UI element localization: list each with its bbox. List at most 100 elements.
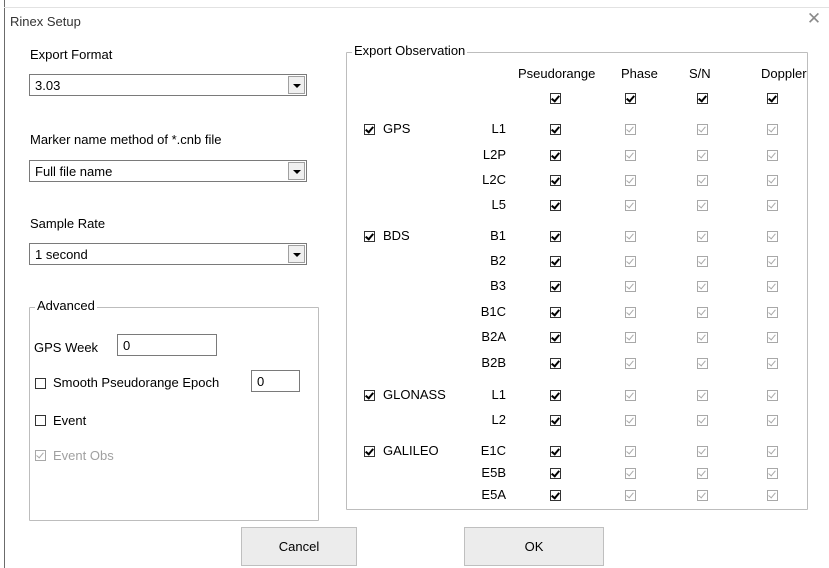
phase-checkbox[interactable] — [625, 468, 636, 479]
system-glonass-checkbox[interactable] — [364, 390, 375, 401]
cancel-button[interactable]: Cancel — [241, 527, 357, 566]
marker-name-select[interactable]: Full file name — [29, 160, 307, 182]
gps-week-input[interactable]: 0 — [117, 334, 217, 356]
doppler-checkbox[interactable] — [767, 358, 778, 369]
pseudorange-checkbox[interactable] — [550, 124, 561, 135]
doppler-checkbox[interactable] — [767, 281, 778, 292]
event-obs-checkbox[interactable] — [35, 450, 46, 461]
pseudorange-checkbox[interactable] — [550, 446, 561, 457]
export-format-select[interactable]: 3.03 — [29, 74, 307, 96]
rinex-setup-dialog: Rinex Setup ✕ Export Format 3.03 Marker … — [0, 0, 829, 568]
export-observation-group — [346, 52, 808, 510]
doppler-checkbox[interactable] — [767, 256, 778, 267]
system-gps-label: GPS — [383, 121, 411, 136]
sn-checkbox[interactable] — [697, 200, 708, 211]
sn-checkbox[interactable] — [697, 446, 708, 457]
doppler-checkbox[interactable] — [767, 231, 778, 242]
system-bds-checkbox[interactable] — [364, 231, 375, 242]
sn-checkbox[interactable] — [697, 150, 708, 161]
pseudorange-checkbox[interactable] — [550, 200, 561, 211]
chevron-down-icon[interactable] — [288, 162, 305, 180]
sample-rate-select[interactable]: 1 second — [29, 243, 307, 265]
phase-checkbox[interactable] — [625, 332, 636, 343]
pseudorange-checkbox[interactable] — [550, 468, 561, 479]
export-observation-legend: Export Observation — [352, 43, 468, 58]
pseudorange-checkbox[interactable] — [550, 332, 561, 343]
sample-rate-label: Sample Rate — [30, 216, 106, 231]
doppler-checkbox[interactable] — [767, 468, 778, 479]
doppler-checkbox[interactable] — [767, 200, 778, 211]
phase-checkbox[interactable] — [625, 281, 636, 292]
system-galileo-checkbox[interactable] — [364, 446, 375, 457]
phase-checkbox[interactable] — [625, 307, 636, 318]
system-galileo-label: GALILEO — [383, 443, 439, 458]
sn-checkbox[interactable] — [697, 231, 708, 242]
marker-name-value: Full file name — [35, 164, 113, 179]
band-label: B3 — [490, 278, 506, 293]
phase-checkbox[interactable] — [625, 150, 636, 161]
system-bds-label: BDS — [383, 228, 410, 243]
pseudorange-checkbox[interactable] — [550, 256, 561, 267]
sn-checkbox[interactable] — [697, 415, 708, 426]
phase-checkbox[interactable] — [625, 256, 636, 267]
doppler-checkbox[interactable] — [767, 332, 778, 343]
pseudorange-checkbox[interactable] — [550, 390, 561, 401]
smooth-pseudorange-checkbox[interactable] — [35, 378, 46, 389]
phase-checkbox[interactable] — [625, 358, 636, 369]
window-left-border — [4, 0, 5, 568]
doppler-checkbox[interactable] — [767, 415, 778, 426]
phase-checkbox[interactable] — [625, 231, 636, 242]
sn-checkbox[interactable] — [697, 468, 708, 479]
select-all-doppler-checkbox[interactable] — [767, 93, 778, 104]
phase-checkbox[interactable] — [625, 446, 636, 457]
pseudorange-checkbox[interactable] — [550, 307, 561, 318]
sn-checkbox[interactable] — [697, 358, 708, 369]
event-obs-label: Event Obs — [53, 448, 114, 463]
select-all-sn-checkbox[interactable] — [697, 93, 708, 104]
pseudorange-checkbox[interactable] — [550, 490, 561, 501]
doppler-checkbox[interactable] — [767, 150, 778, 161]
close-icon[interactable]: ✕ — [805, 10, 823, 28]
phase-checkbox[interactable] — [625, 490, 636, 501]
doppler-checkbox[interactable] — [767, 490, 778, 501]
sn-checkbox[interactable] — [697, 124, 708, 135]
phase-checkbox[interactable] — [625, 415, 636, 426]
band-label: L2C — [482, 172, 506, 187]
export-format-label: Export Format — [30, 47, 113, 62]
doppler-checkbox[interactable] — [767, 124, 778, 135]
sn-checkbox[interactable] — [697, 175, 708, 186]
smooth-epoch-input[interactable]: 0 — [251, 370, 300, 392]
column-header-sn: S/N — [689, 66, 711, 81]
sn-checkbox[interactable] — [697, 256, 708, 267]
doppler-checkbox[interactable] — [767, 446, 778, 457]
event-checkbox[interactable] — [35, 415, 46, 426]
phase-checkbox[interactable] — [625, 390, 636, 401]
sn-checkbox[interactable] — [697, 490, 708, 501]
select-all-phase-checkbox[interactable] — [625, 93, 636, 104]
pseudorange-checkbox[interactable] — [550, 150, 561, 161]
sn-checkbox[interactable] — [697, 281, 708, 292]
window-top-border — [4, 7, 829, 8]
system-gps-checkbox[interactable] — [364, 124, 375, 135]
doppler-checkbox[interactable] — [767, 307, 778, 318]
pseudorange-checkbox[interactable] — [550, 415, 561, 426]
pseudorange-checkbox[interactable] — [550, 358, 561, 369]
band-label: B1 — [490, 228, 506, 243]
doppler-checkbox[interactable] — [767, 175, 778, 186]
doppler-checkbox[interactable] — [767, 390, 778, 401]
select-all-pseudorange-checkbox[interactable] — [550, 93, 561, 104]
system-glonass-label: GLONASS — [383, 387, 446, 402]
pseudorange-checkbox[interactable] — [550, 175, 561, 186]
pseudorange-checkbox[interactable] — [550, 281, 561, 292]
sn-checkbox[interactable] — [697, 332, 708, 343]
export-format-value: 3.03 — [35, 78, 61, 93]
phase-checkbox[interactable] — [625, 124, 636, 135]
chevron-down-icon[interactable] — [288, 245, 305, 263]
phase-checkbox[interactable] — [625, 175, 636, 186]
sn-checkbox[interactable] — [697, 390, 708, 401]
pseudorange-checkbox[interactable] — [550, 231, 561, 242]
ok-button[interactable]: OK — [464, 527, 604, 566]
chevron-down-icon[interactable] — [288, 76, 305, 94]
sn-checkbox[interactable] — [697, 307, 708, 318]
phase-checkbox[interactable] — [625, 200, 636, 211]
